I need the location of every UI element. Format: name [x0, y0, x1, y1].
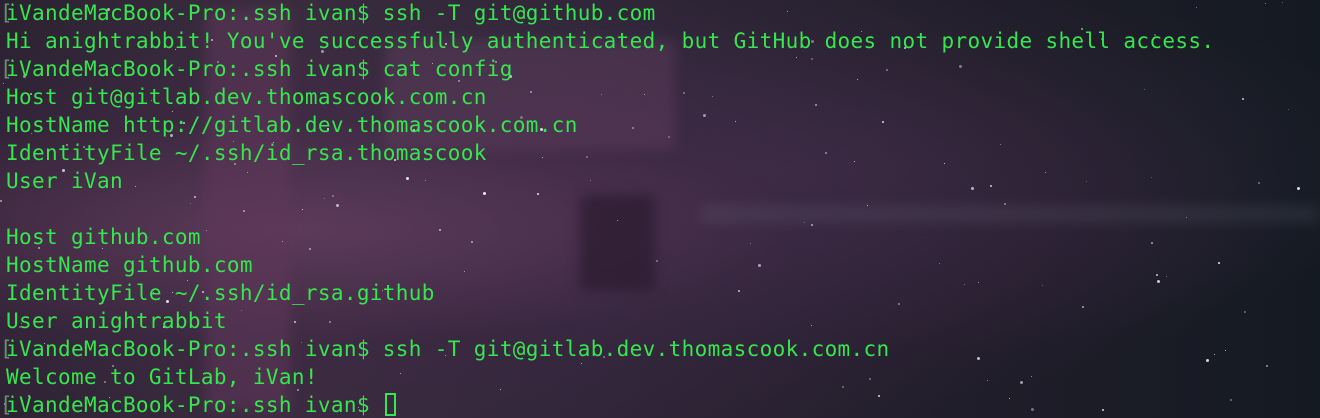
terminal-output-line: Welcome to GitLab, iVan!: [6, 364, 1214, 392]
line-text: Host git@gitlab.dev.thomascook.com.cn: [6, 85, 487, 109]
terminal-prompt-line: [iVandeMacBook-Pro:.ssh ivan$ cat config: [0, 57, 513, 81]
terminal-output-line: Host github.com: [6, 224, 1214, 252]
line-text: Host github.com: [6, 225, 201, 249]
terminal-output-line: Host git@gitlab.dev.thomascook.com.cn: [6, 84, 1214, 112]
star-dot: [1282, 2, 1283, 3]
star-dot: [1258, 182, 1260, 184]
terminal-output-line: IdentityFile ~/.ssh/id_rsa.thomascook: [6, 140, 1214, 168]
terminal-output-line: User iVan: [6, 168, 1214, 196]
star-dot: [1288, 109, 1289, 110]
terminal-window[interactable]: [iVandeMacBook-Pro:.ssh ivan$ ssh -T git…: [0, 0, 1320, 418]
terminal-prompt-line: [iVandeMacBook-Pro:.ssh ivan$ ssh -T git…: [0, 1, 656, 25]
line-text: Welcome to GitLab, iVan!: [6, 365, 318, 389]
line-text: User anightrabbit: [6, 309, 227, 333]
terminal-output-line: Hi anightrabbit! You've successfully aut…: [6, 28, 1214, 56]
line-text: IdentityFile ~/.ssh/id_rsa.github: [6, 281, 435, 305]
star-dot: [1266, 365, 1268, 367]
terminal-output-line: IdentityFile ~/.ssh/id_rsa.github: [6, 280, 1214, 308]
line-text: iVandeMacBook-Pro:.ssh ivan$ ssh -T git@…: [6, 337, 890, 361]
star-dot: [1297, 187, 1300, 190]
terminal-output: [iVandeMacBook-Pro:.ssh ivan$ ssh -T git…: [0, 0, 1214, 418]
line-text: HostName http://gitlab.dev.thomascook.co…: [6, 113, 578, 137]
terminal-prompt-line: [iVandeMacBook-Pro:.ssh ivan$ ssh -T git…: [0, 337, 890, 361]
terminal-output-line: HostName github.com: [6, 252, 1214, 280]
star-dot: [1265, 3, 1266, 4]
line-text: User iVan: [6, 169, 123, 193]
star-dot: [1225, 350, 1226, 351]
line-text: iVandeMacBook-Pro:.ssh ivan$ cat config: [6, 57, 513, 81]
terminal-output-line: User anightrabbit: [6, 308, 1214, 336]
terminal-output-line: HostName http://gitlab.dev.thomascook.co…: [6, 112, 1214, 140]
line-text: iVandeMacBook-Pro:.ssh ivan$: [6, 393, 383, 417]
star-dot: [1230, 399, 1232, 401]
star-dot: [0, 200, 2, 202]
text-cursor[interactable]: [384, 393, 396, 416]
star-dot: [1218, 262, 1220, 264]
line-text: Hi anightrabbit! You've successfully aut…: [6, 29, 1215, 53]
star-dot: [1242, 98, 1244, 100]
terminal-prompt-line: [iVandeMacBook-Pro:.ssh ivan$: [0, 392, 1214, 418]
line-text: HostName github.com: [6, 253, 253, 277]
star-dot: [1244, 311, 1246, 313]
line-text: IdentityFile ~/.ssh/id_rsa.thomascook: [6, 141, 487, 165]
star-dot: [3, 83, 4, 84]
line-text: iVandeMacBook-Pro:.ssh ivan$ ssh -T git@…: [6, 1, 656, 25]
